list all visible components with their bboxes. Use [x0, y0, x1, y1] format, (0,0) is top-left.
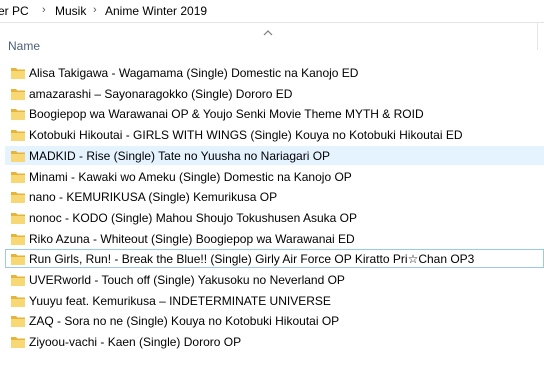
list-item-label: nonoc - KODO (Single) Mahou Shoujo Tokus… — [29, 211, 357, 225]
list-item[interactable]: UVERworld - Touch off (Single) Yakusoku … — [5, 270, 544, 289]
folder-icon — [11, 213, 25, 224]
list-item-label: Kotobuki Hikoutai - GIRLS WITH WINGS (Si… — [29, 128, 463, 142]
folder-icon — [11, 254, 25, 265]
column-header-name[interactable]: Name — [8, 39, 40, 53]
folder-icon — [11, 296, 25, 307]
folder-icon — [11, 337, 25, 348]
list-item[interactable]: Run Girls, Run! - Break the Blue!! (Sing… — [5, 249, 544, 268]
list-item-label: amazarashi – Sayonaragokko (Single) Doro… — [29, 87, 293, 101]
list-item[interactable]: Alisa Takigawa - Wagamama (Single) Domes… — [5, 63, 544, 82]
breadcrumb-separator-icon[interactable]: › — [42, 4, 46, 16]
breadcrumb: er PC › Musik › Anime Winter 2019 — [0, 0, 544, 23]
list-item-label: MADKID - Rise (Single) Tate no Yuusha no… — [29, 149, 331, 163]
breadcrumb-item-anime-winter-2019[interactable]: Anime Winter 2019 — [105, 4, 207, 18]
folder-icon — [11, 234, 25, 245]
folder-icon — [11, 172, 25, 183]
list-item[interactable]: Riko Azuna - Whiteout (Single) Boogiepop… — [5, 229, 544, 248]
list-item[interactable]: Minami - Kawaki wo Ameku (Single) Domest… — [5, 167, 544, 186]
list-item[interactable]: ZAQ - Sora no ne (Single) Kouya no Kotob… — [5, 311, 544, 330]
folder-icon — [11, 89, 25, 100]
list-item-label: Ziyoou-vachi - Kaen (Single) Dororo OP — [29, 335, 242, 349]
list-item-label: ZAQ - Sora no ne (Single) Kouya no Kotob… — [29, 314, 340, 328]
breadcrumb-separator-icon[interactable]: › — [93, 4, 97, 16]
chevron-up-icon[interactable] — [262, 28, 274, 38]
list-item[interactable]: Boogiepop wa Warawanai OP & Youjo Senki … — [5, 104, 544, 123]
list-item-label: nano - KEMURIKUSA (Single) Kemurikusa OP — [29, 190, 278, 204]
list-item-label: Boogiepop wa Warawanai OP & Youjo Senki … — [29, 107, 424, 121]
list-item-label: Minami - Kawaki wo Ameku (Single) Domest… — [29, 170, 352, 184]
list-item[interactable]: nano - KEMURIKUSA (Single) Kemurikusa OP — [5, 187, 544, 206]
list-item-label: Yuuyu feat. Kemurikusa – INDETERMINATE U… — [29, 294, 331, 308]
list-item[interactable]: Ziyoou-vachi - Kaen (Single) Dororo OP — [5, 332, 544, 351]
list-item[interactable]: nonoc - KODO (Single) Mahou Shoujo Tokus… — [5, 208, 544, 227]
folder-icon — [11, 109, 25, 120]
list-item[interactable]: MADKID - Rise (Single) Tate no Yuusha no… — [5, 146, 544, 165]
list-item-label: UVERworld - Touch off (Single) Yakusoku … — [29, 273, 345, 287]
column-divider[interactable] — [537, 22, 538, 50]
list-item-label: Riko Azuna - Whiteout (Single) Boogiepop… — [29, 232, 355, 246]
folder-icon — [11, 316, 25, 327]
list-item-label: Alisa Takigawa - Wagamama (Single) Domes… — [29, 66, 359, 80]
breadcrumb-item-musik[interactable]: Musik — [55, 4, 86, 18]
list-item[interactable]: amazarashi – Sayonaragokko (Single) Doro… — [5, 84, 544, 103]
folder-icon — [11, 192, 25, 203]
folder-icon — [11, 130, 25, 141]
folder-icon — [11, 275, 25, 286]
list-item-label: Run Girls, Run! - Break the Blue!! (Sing… — [29, 252, 475, 266]
column-header-row: Name — [0, 22, 544, 60]
breadcrumb-item-pc[interactable]: er PC — [0, 4, 29, 18]
folder-icon — [11, 151, 25, 162]
list-item[interactable]: Yuuyu feat. Kemurikusa – INDETERMINATE U… — [5, 291, 544, 310]
list-item[interactable]: Kotobuki Hikoutai - GIRLS WITH WINGS (Si… — [5, 125, 544, 144]
folder-icon — [11, 68, 25, 79]
